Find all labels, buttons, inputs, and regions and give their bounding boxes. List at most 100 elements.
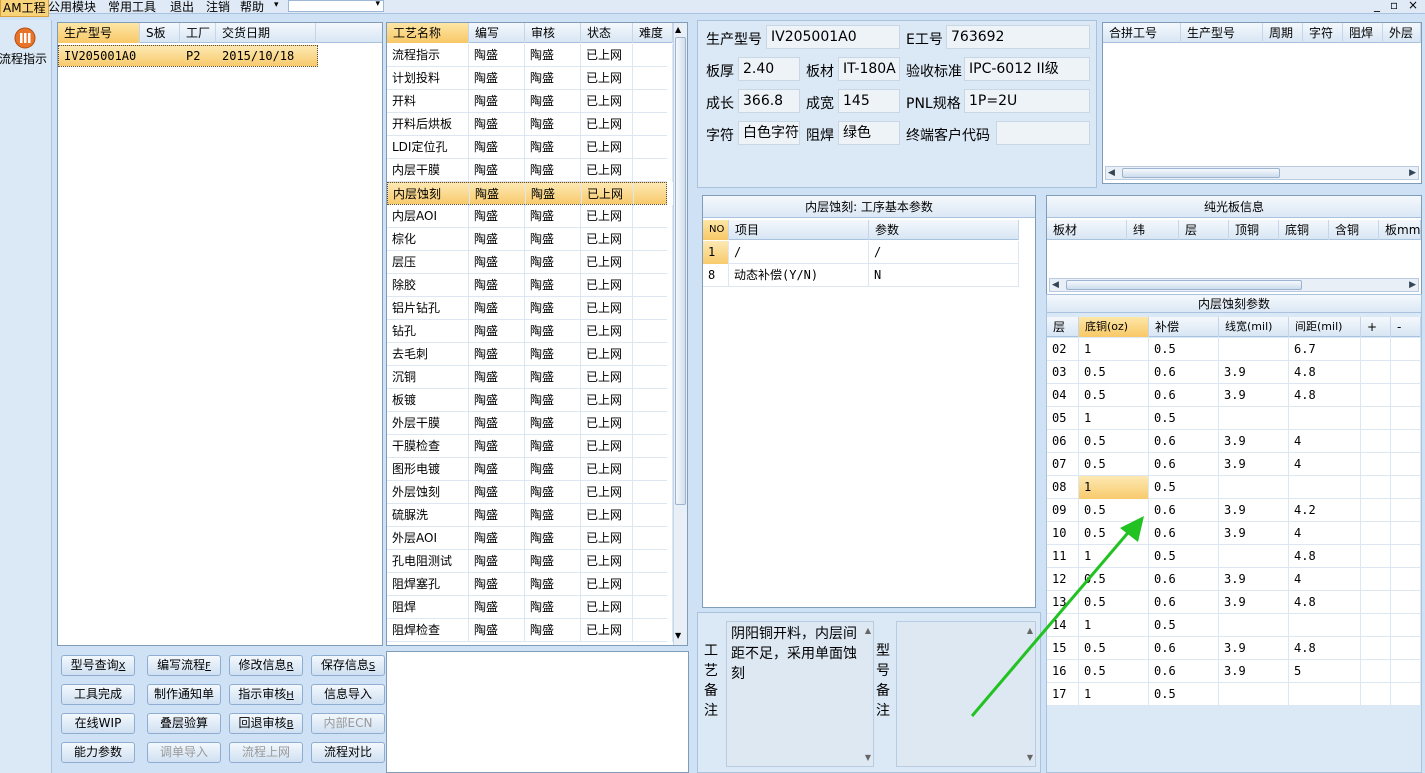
col-board-mm[interactable]: 板mm	[1379, 220, 1421, 240]
etch-row[interactable]: 03 0.5 0.6 3.9 4.8	[1047, 361, 1421, 384]
col-model[interactable]: 生产型号	[58, 23, 140, 43]
etch-row[interactable]: 06 0.5 0.6 3.9 4	[1047, 430, 1421, 453]
process-row[interactable]: 开料 陶盛 陶盛 已上网	[387, 90, 673, 113]
process-row[interactable]: 硫脲洗 陶盛 陶盛 已上网	[387, 504, 673, 527]
etch-row[interactable]: 02 1 0.5 6.7	[1047, 338, 1421, 361]
col-line-width[interactable]: 线宽(mil)	[1219, 317, 1289, 337]
restore-icon[interactable]: ▫	[1390, 0, 1398, 12]
col-item[interactable]: 项目	[729, 220, 869, 240]
module-combo[interactable]: ▾	[288, 0, 384, 12]
merge-table-hscrollbar[interactable]: ◀ ▶	[1105, 166, 1419, 180]
process-row[interactable]: 阻焊 陶盛 陶盛 已上网	[387, 596, 673, 619]
process-row[interactable]: 图形电镀 陶盛 陶盛 已上网	[387, 458, 673, 481]
material-field[interactable]: IT-180A	[838, 57, 900, 81]
col-material[interactable]: 板材	[1047, 220, 1127, 240]
action-button[interactable]: 在线WIP	[61, 713, 135, 734]
scroll-down-icon[interactable]: ▼	[675, 631, 681, 640]
process-row[interactable]: LDI定位孔 陶盛 陶盛 已上网	[387, 136, 673, 159]
action-button[interactable]: 内部ECN	[311, 713, 385, 734]
col-status[interactable]: 状态	[581, 23, 633, 43]
process-row[interactable]: 阻焊塞孔 陶盛 陶盛 已上网	[387, 573, 673, 596]
process-row[interactable]: 外层干膜 陶盛 陶盛 已上网	[387, 412, 673, 435]
col-layer-no[interactable]: 层	[1047, 317, 1079, 337]
col-weft[interactable]: 纬	[1127, 220, 1179, 240]
action-button[interactable]: 能力参数	[61, 742, 135, 763]
action-button[interactable]: 信息导入	[311, 684, 385, 705]
process-row[interactable]: 阻焊检查 陶盛 陶盛 已上网	[387, 619, 673, 642]
col-no[interactable]: NO	[703, 220, 729, 240]
process-row[interactable]: 除胶 陶盛 陶盛 已上网	[387, 274, 673, 297]
menu-logout[interactable]: 注销	[206, 0, 230, 15]
process-row[interactable]: 流程指示 陶盛 陶盛 已上网	[387, 44, 673, 67]
action-button[interactable]: 流程上网	[229, 742, 303, 763]
col-s-board[interactable]: S板	[140, 23, 180, 43]
process-row[interactable]: 干膜检查 陶盛 陶盛 已上网	[387, 435, 673, 458]
col-layer[interactable]: 层	[1179, 220, 1229, 240]
process-row[interactable]: 内层AOI 陶盛 陶盛 已上网	[387, 205, 673, 228]
process-row[interactable]: 铝片钻孔 陶盛 陶盛 已上网	[387, 297, 673, 320]
col-bottom-copper[interactable]: 底铜	[1279, 220, 1329, 240]
col-reviewer[interactable]: 审核	[525, 23, 581, 43]
process-row[interactable]: 去毛刺 陶盛 陶盛 已上网	[387, 343, 673, 366]
col-merge-model[interactable]: 生产型号	[1181, 23, 1263, 43]
merge-hscroll-thumb[interactable]	[1122, 168, 1280, 178]
bare-board-hscrollbar[interactable]: ◀ ▶	[1049, 278, 1419, 292]
process-row[interactable]: 棕化 陶盛 陶盛 已上网	[387, 228, 673, 251]
process-row[interactable]: 沉铜 陶盛 陶盛 已上网	[387, 366, 673, 389]
col-difficulty[interactable]: 难度	[633, 23, 673, 43]
model-field[interactable]: IV205001A0	[766, 25, 900, 49]
etch-row[interactable]: 08 1 0.5	[1047, 476, 1421, 499]
col-merge-mask[interactable]: 阻焊	[1343, 23, 1383, 43]
col-compensation[interactable]: 补偿	[1149, 317, 1219, 337]
col-merge-outer[interactable]: 外层	[1383, 23, 1421, 43]
process-row[interactable]: 孔电阻测试 陶盛 陶盛 已上网	[387, 550, 673, 573]
process-row[interactable]: 计划投料 陶盛 陶盛 已上网	[387, 67, 673, 90]
col-top-copper[interactable]: 顶铜	[1229, 220, 1279, 240]
menu-dropdown-arrow-icon[interactable]: ▾	[274, 0, 279, 10]
menu-am-engineering[interactable]: AM工程	[0, 0, 49, 17]
remark-scroll-down-icon[interactable]: ▼	[865, 753, 871, 762]
process-remark-field[interactable]: 阴阳铜开料，内层间距不足，采用单面蚀刻 ▲ ▼	[726, 621, 874, 767]
col-process-name[interactable]: 工艺名称	[387, 23, 469, 43]
action-button[interactable]: 叠层验算	[147, 713, 221, 734]
close-icon[interactable]: ×	[1408, 0, 1418, 12]
bare-scroll-left-icon[interactable]: ◀	[1052, 279, 1059, 291]
width-field[interactable]: 145	[838, 89, 900, 113]
process-row[interactable]: 板镀 陶盛 陶盛 已上网	[387, 389, 673, 412]
bare-scroll-right-icon[interactable]: ▶	[1409, 279, 1416, 291]
menu-common-tools[interactable]: 常用工具	[108, 0, 156, 15]
thickness-field[interactable]: 2.40	[738, 57, 800, 81]
col-plus[interactable]: +	[1361, 317, 1391, 337]
etch-row[interactable]: 05 1 0.5	[1047, 407, 1421, 430]
action-button[interactable]: 修改信息R	[229, 655, 303, 676]
menu-help[interactable]: 帮助	[240, 0, 264, 15]
customer-code-field[interactable]	[996, 121, 1090, 145]
col-factory[interactable]: 工厂	[180, 23, 216, 43]
action-button[interactable]: 工具完成	[61, 684, 135, 705]
order-row[interactable]: IV205001A0 P2 2015/10/18	[58, 45, 318, 67]
action-button[interactable]: 调单导入	[147, 742, 221, 763]
minimize-icon[interactable]: _	[1374, 0, 1380, 12]
col-copper-content[interactable]: 含铜	[1329, 220, 1379, 240]
process-row[interactable]: 层压 陶盛 陶盛 已上网	[387, 251, 673, 274]
col-param[interactable]: 参数	[869, 220, 1019, 240]
process-list-scrollbar[interactable]: ▲ ▼	[673, 23, 687, 645]
nav-flow-indicator[interactable]: 流程指示	[0, 24, 50, 70]
param-row[interactable]: 1//	[703, 241, 1019, 264]
scroll-left-icon[interactable]: ◀	[1108, 167, 1115, 179]
process-row[interactable]: 内层干膜 陶盛 陶盛 已上网	[387, 159, 673, 182]
param-row[interactable]: 8 动态补偿(Y/N) N	[703, 264, 1019, 287]
bare-hscroll-thumb[interactable]	[1066, 280, 1302, 290]
e-number-field[interactable]: 763692	[946, 25, 1090, 49]
character-field[interactable]: 白色字符	[738, 121, 800, 145]
process-row[interactable]: 钻孔 陶盛 陶盛 已上网	[387, 320, 673, 343]
standard-field[interactable]: IPC-6012 II级	[964, 57, 1090, 81]
col-merge-char[interactable]: 字符	[1303, 23, 1343, 43]
action-button[interactable]: 编写流程F	[147, 655, 221, 676]
process-row[interactable]: 外层蚀刻 陶盛 陶盛 已上网	[387, 481, 673, 504]
model-remark-scroll-down-icon[interactable]: ▼	[1027, 753, 1033, 762]
scroll-up-icon[interactable]: ▲	[675, 25, 681, 34]
action-button[interactable]: 保存信息S	[311, 655, 385, 676]
length-field[interactable]: 366.8	[738, 89, 800, 113]
etch-row[interactable]: 04 0.5 0.6 3.9 4.8	[1047, 384, 1421, 407]
